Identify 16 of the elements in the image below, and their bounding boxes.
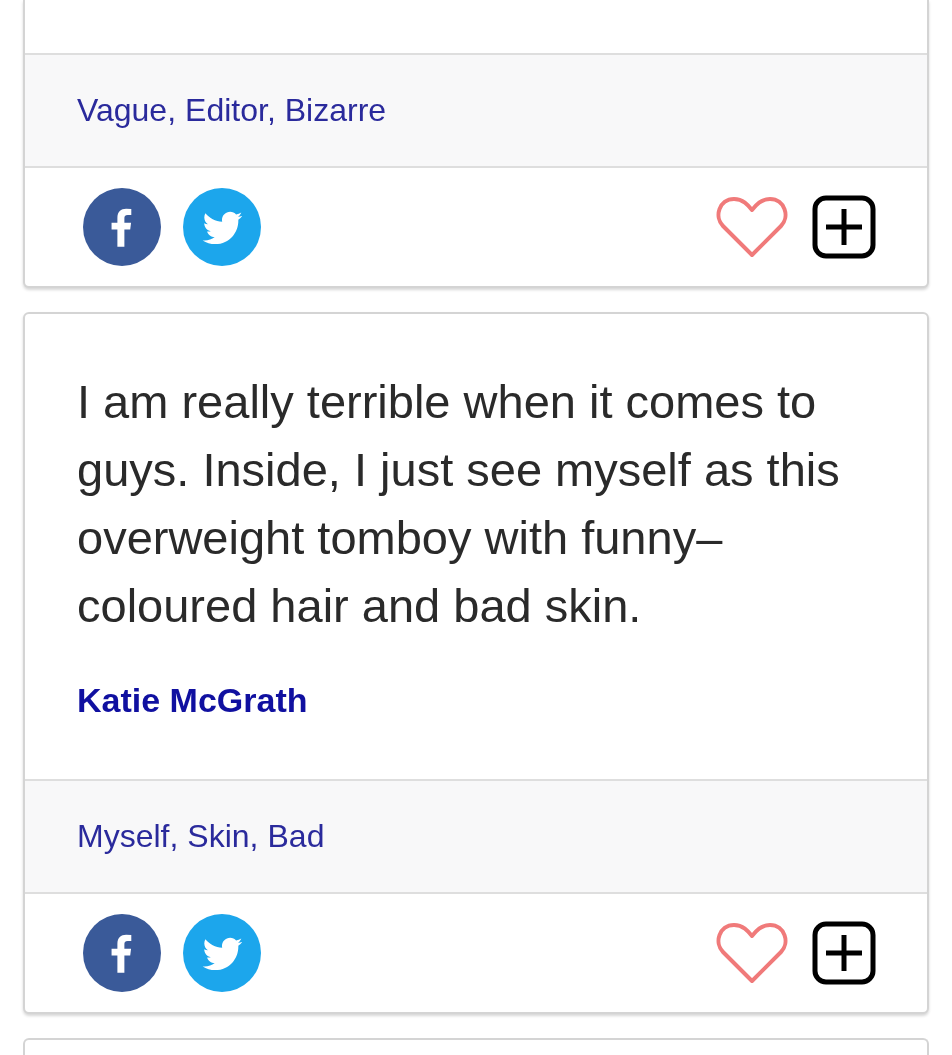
heart-icon[interactable] bbox=[714, 195, 790, 259]
author-link[interactable]: Katie McGrath bbox=[77, 680, 308, 720]
tag-link[interactable]: Vague, bbox=[77, 92, 177, 129]
tag-link[interactable]: Skin, bbox=[187, 818, 259, 855]
tag-link[interactable]: Bizarre bbox=[284, 92, 387, 129]
quote-text: I am really terrible when it comes to guys. Inside, I just see myself as this overweight tomboy with funny–coloured hair and bad skin. bbox=[77, 374, 841, 634]
tag-link[interactable]: Editor, bbox=[185, 92, 276, 129]
tag-link[interactable]: Bad bbox=[267, 818, 325, 855]
plus-square-icon[interactable] bbox=[812, 195, 876, 259]
facebook-icon[interactable] bbox=[83, 188, 161, 266]
facebook-icon[interactable] bbox=[83, 914, 161, 992]
plus-square-icon[interactable] bbox=[812, 921, 876, 985]
tag-link[interactable]: Myself, bbox=[77, 818, 179, 855]
twitter-bird-icon[interactable] bbox=[183, 188, 261, 266]
heart-icon[interactable] bbox=[714, 921, 790, 985]
twitter-bird-icon[interactable] bbox=[183, 914, 261, 992]
